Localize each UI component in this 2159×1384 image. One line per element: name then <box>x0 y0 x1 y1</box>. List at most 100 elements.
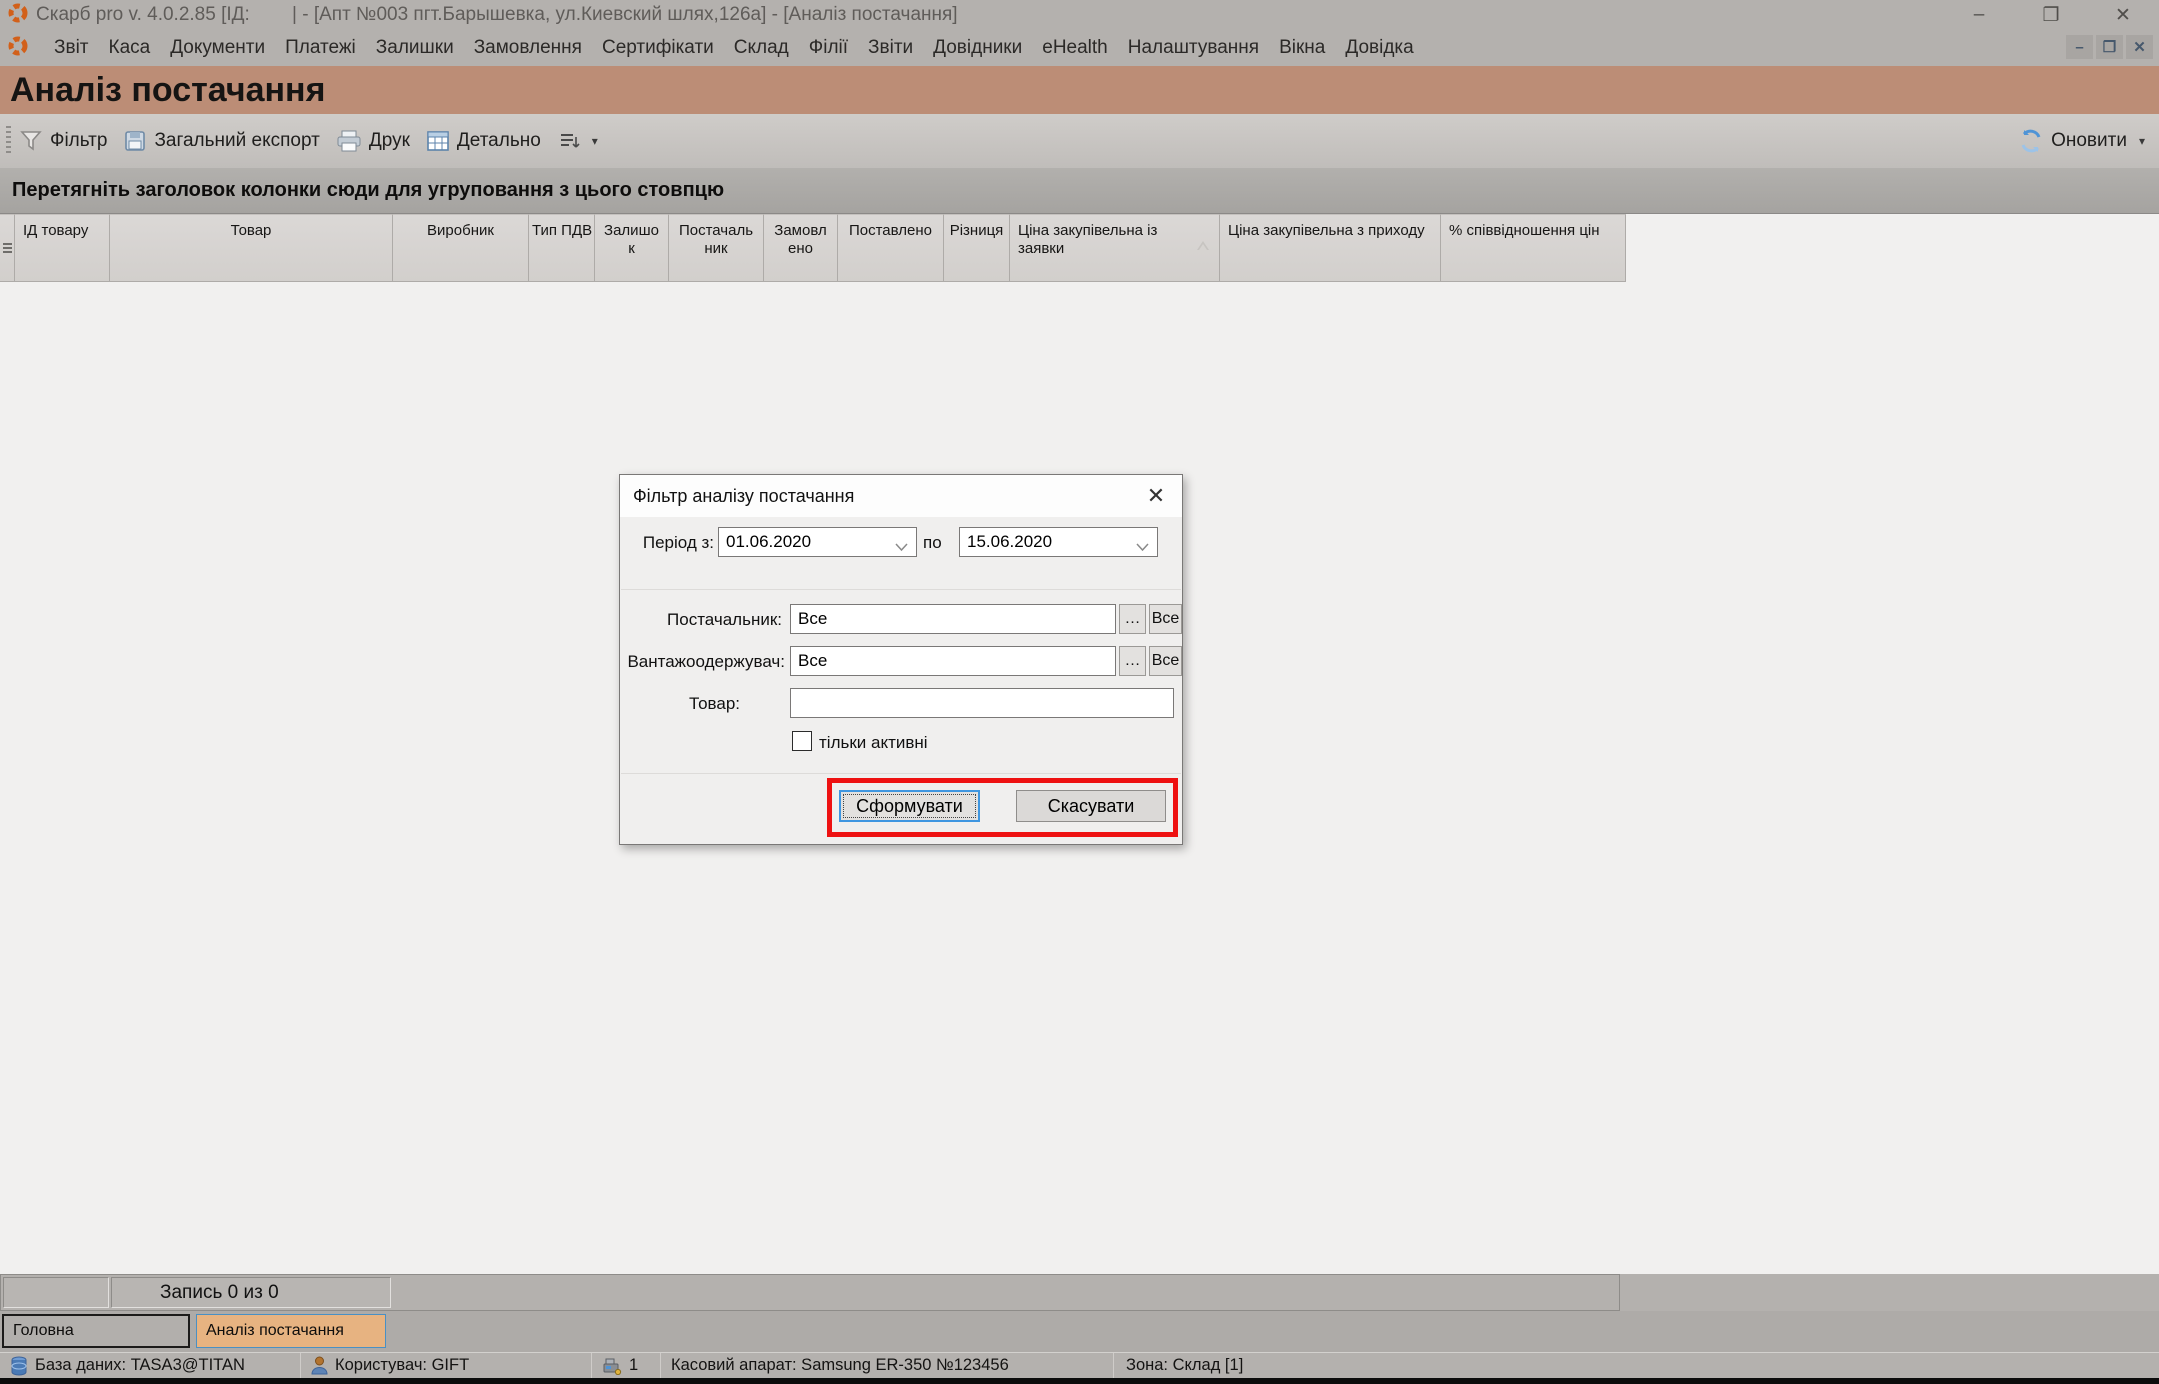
menu-item-sertyfikaty[interactable]: Сертифікати <box>592 33 724 63</box>
export-button[interactable]: Загальний експорт <box>115 123 327 159</box>
list-options-button[interactable]: ▾ <box>549 123 610 159</box>
dialog-divider <box>621 589 1181 590</box>
column-header-riznytsia[interactable]: Різниця <box>944 214 1010 282</box>
bottom-edge <box>0 1378 2159 1384</box>
grid-handle-icon <box>3 243 12 255</box>
submit-button[interactable]: Сформувати <box>839 790 980 822</box>
menu-item-kasa[interactable]: Каса <box>99 33 161 63</box>
cash-register-icon <box>602 1357 622 1375</box>
supplier-all-button[interactable]: Все <box>1149 604 1182 634</box>
printer-icon <box>336 129 362 153</box>
period-from-label: Період з: <box>620 533 714 553</box>
product-label: Товар: <box>620 694 740 714</box>
status-bar: База даних: TASA3@TITAN Користувач: GIFT… <box>0 1352 2159 1378</box>
toolbar: Фільтр Загальний експорт Друк <box>0 114 2159 168</box>
dialog-titlebar[interactable]: Фільтр аналізу постачання ✕ <box>620 475 1182 517</box>
refresh-button[interactable]: Оновити <box>2010 122 2135 160</box>
menu-item-ehealth[interactable]: eHealth <box>1032 33 1118 63</box>
column-header-tsina-prykhodu[interactable]: Ціна закупівельна з приходу <box>1220 214 1441 282</box>
dialog-title: Фільтр аналізу постачання <box>633 486 854 507</box>
period-to-combo[interactable]: 15.06.2020 <box>959 527 1158 557</box>
status-zone: Зона: Склад [1] <box>1114 1353 1243 1378</box>
record-navigator: Запись 0 из 0 <box>0 1274 1620 1311</box>
consignee-browse-button[interactable]: … <box>1119 646 1146 676</box>
record-count: Запись 0 из 0 <box>160 1282 279 1304</box>
menu-item-nalashtuvannia[interactable]: Налаштування <box>1118 33 1269 63</box>
menu-bar: Звіт Каса Документи Платежі Залишки Замо… <box>0 30 2159 66</box>
record-navigator-cell <box>3 1277 109 1308</box>
print-button[interactable]: Друк <box>328 123 418 159</box>
window-minimize-button[interactable]: – <box>1943 0 2015 30</box>
menu-item-sklad[interactable]: Склад <box>724 33 799 63</box>
column-header-tovar[interactable]: Товар <box>110 214 393 282</box>
column-header-vyrobnyk[interactable]: Виробник <box>393 214 529 282</box>
menu-item-vikna[interactable]: Вікна <box>1269 33 1335 63</box>
column-header-postachalnyk[interactable]: Постачальник <box>669 214 764 282</box>
database-icon <box>10 1356 28 1376</box>
status-user: Користувач: GIFT <box>301 1353 591 1378</box>
column-header-postavleno[interactable]: Поставлено <box>838 214 944 282</box>
chevron-down-icon[interactable] <box>1136 537 1149 557</box>
status-register: Касовий апарат: Samsung ER-350 №123456 <box>661 1353 1113 1378</box>
menu-item-zvity[interactable]: Звіти <box>858 33 923 63</box>
refresh-icon <box>2018 128 2044 154</box>
mdi-minimize-button[interactable]: – <box>2066 35 2093 59</box>
refresh-dropdown-icon[interactable]: ▾ <box>2135 134 2149 148</box>
detail-button[interactable]: Детально <box>418 123 549 159</box>
chevron-down-icon[interactable] <box>895 537 908 557</box>
status-register-count: 1 <box>592 1353 660 1378</box>
menu-item-zamovlennia[interactable]: Замовлення <box>464 33 592 63</box>
chevron-down-icon[interactable]: ▾ <box>588 134 602 148</box>
only-active-checkbox[interactable] <box>792 731 812 751</box>
menu-logo-icon <box>8 36 28 61</box>
column-header-zamovleno[interactable]: Замовлено <box>764 214 838 282</box>
row-indicator-header <box>0 214 15 282</box>
page-title: Аналіз постачання <box>10 71 325 110</box>
menu-item-dovidka[interactable]: Довідка <box>1335 33 1423 63</box>
filter-button[interactable]: Фільтр <box>11 123 115 159</box>
table-grid-icon <box>426 129 450 153</box>
supplier-label: Постачальник: <box>620 610 782 630</box>
column-header-tsina-zaiavky[interactable]: Ціна закупівельна із заявки <box>1010 214 1220 282</box>
tab-analiz-postachannia[interactable]: Аналіз постачання <box>196 1314 386 1348</box>
status-database: База даних: TASA3@TITAN <box>0 1353 300 1378</box>
dialog-close-icon[interactable]: ✕ <box>1136 479 1176 513</box>
column-header-spivvidnoshennia[interactable]: % співвідношення цін <box>1441 214 1626 282</box>
sort-ascending-icon <box>1197 241 1209 250</box>
column-header-zalyshok[interactable]: Залишок <box>595 214 669 282</box>
menu-item-dokumenty[interactable]: Документи <box>160 33 275 63</box>
mdi-close-button[interactable]: ✕ <box>2126 35 2153 59</box>
export-disk-icon <box>123 129 147 153</box>
product-input[interactable] <box>790 688 1174 718</box>
only-active-label: тільки активні <box>819 733 928 753</box>
supplier-input[interactable]: Все <box>790 604 1116 634</box>
consignee-label: Вантажоодержувач: <box>620 652 785 672</box>
tab-holovna[interactable]: Головна <box>2 1314 190 1348</box>
app-logo-icon <box>8 3 28 28</box>
period-to-label: по <box>923 533 951 553</box>
column-header-typ-pdv[interactable]: Тип ПДВ <box>529 214 595 282</box>
dialog-divider <box>621 773 1181 774</box>
consignee-input[interactable]: Все <box>790 646 1116 676</box>
menu-item-filii[interactable]: Філії <box>799 33 858 63</box>
menu-item-zvit[interactable]: Звіт <box>44 33 99 63</box>
window-close-button[interactable]: ✕ <box>2087 0 2159 30</box>
period-from-combo[interactable]: 01.06.2020 <box>718 527 917 557</box>
sort-list-icon <box>557 129 581 153</box>
menu-item-dovidnyky[interactable]: Довідники <box>923 33 1032 63</box>
window-restore-button[interactable]: ❐ <box>2015 0 2087 30</box>
funnel-icon <box>19 129 43 153</box>
window-titlebar: Скарб pro v. 4.0.2.85 [ІД: | - [Апт №003… <box>0 0 2159 30</box>
window-title: Скарб pro v. 4.0.2.85 [ІД: | - [Апт №003… <box>36 4 958 26</box>
group-by-panel[interactable]: Перетягніть заголовок колонки сюди для у… <box>0 168 2159 214</box>
mdi-restore-button[interactable]: ❐ <box>2096 35 2123 59</box>
menu-item-zalyshky[interactable]: Залишки <box>366 33 464 63</box>
cancel-button[interactable]: Скасувати <box>1016 790 1166 822</box>
supplier-browse-button[interactable]: … <box>1119 604 1146 634</box>
user-icon <box>311 1356 328 1375</box>
consignee-all-button[interactable]: Все <box>1149 646 1182 676</box>
column-header-id[interactable]: ІД товару <box>15 214 110 282</box>
menu-item-platezhi[interactable]: Платежі <box>275 33 366 63</box>
filter-dialog: Фільтр аналізу постачання ✕ Період з: 01… <box>619 474 1183 845</box>
page-title-band: Аналіз постачання <box>0 66 2159 114</box>
